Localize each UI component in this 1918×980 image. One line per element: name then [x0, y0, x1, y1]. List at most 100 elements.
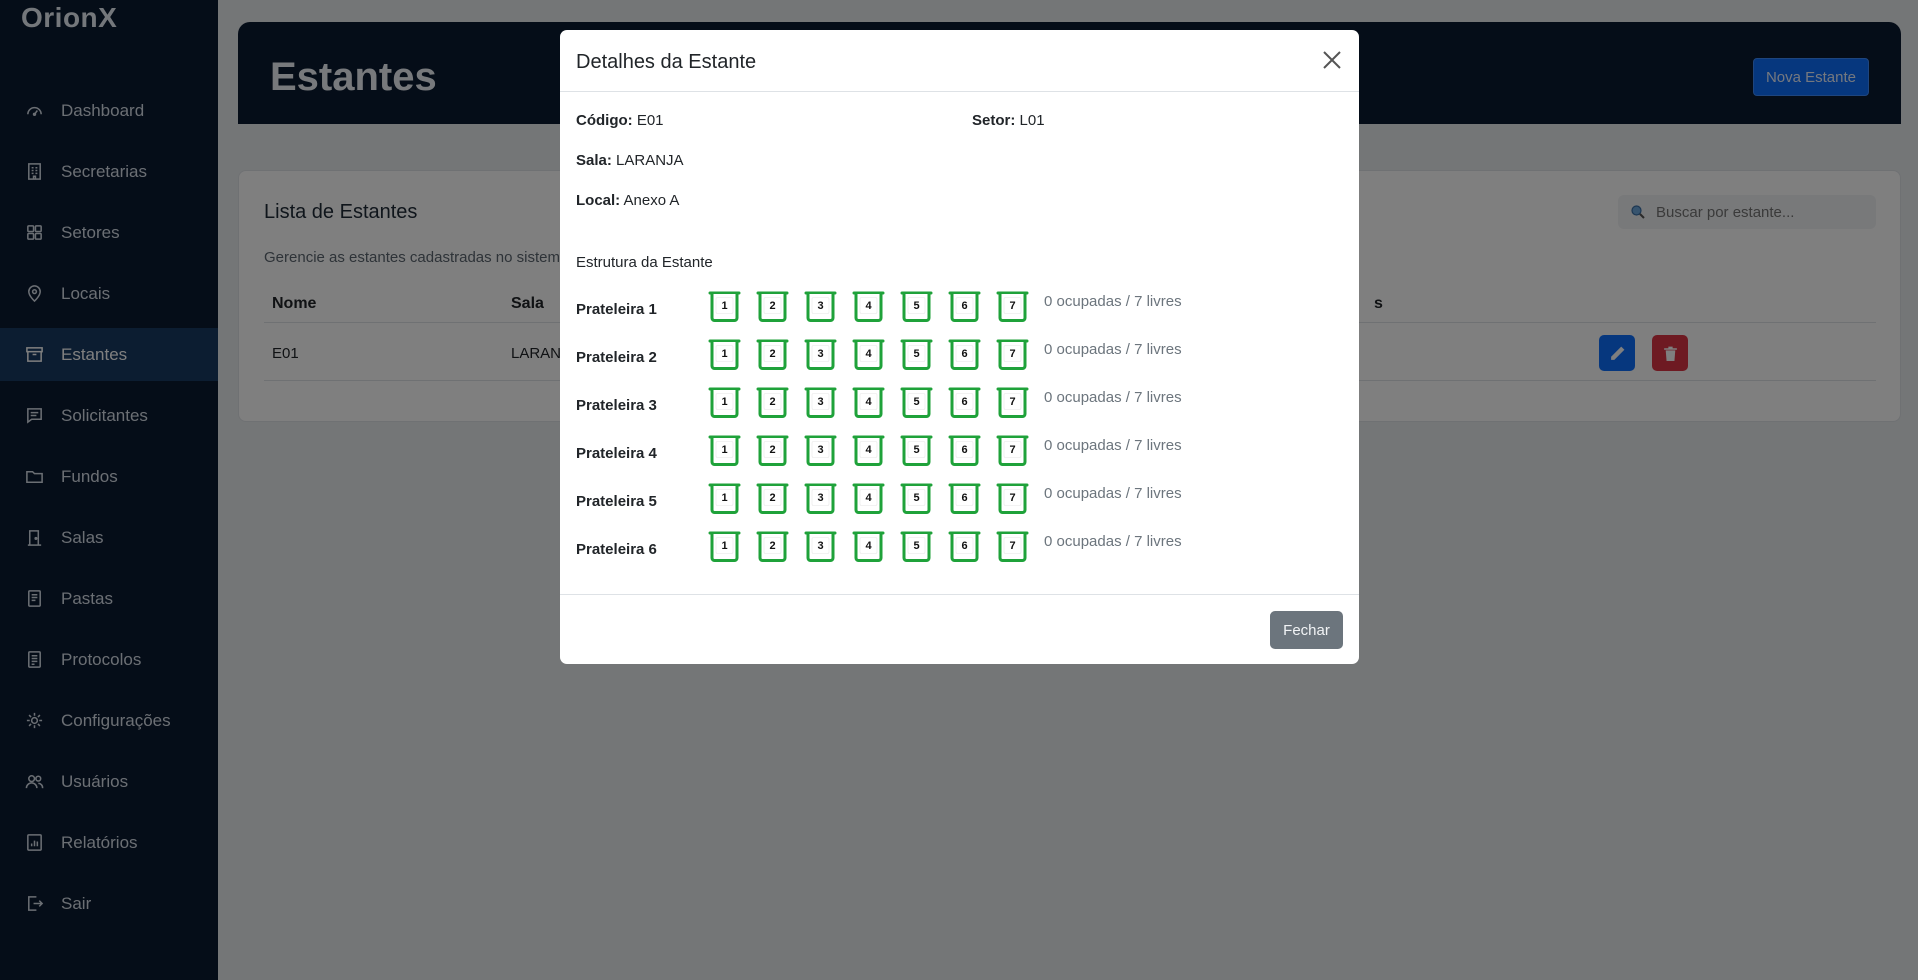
- slot-number: 5: [913, 444, 920, 456]
- slot-number: 5: [913, 540, 920, 552]
- shelf-label: Prateleira 4: [576, 445, 657, 462]
- slot-number: 2: [769, 444, 776, 456]
- shelf-slot[interactable]: 4: [852, 531, 885, 563]
- slot-number: 1: [721, 348, 728, 360]
- shelf-slot[interactable]: 4: [852, 339, 885, 371]
- slot-number: 1: [721, 396, 728, 408]
- slot-number: 3: [817, 300, 824, 312]
- slot-number: 4: [865, 444, 872, 456]
- shelf-slot[interactable]: 5: [900, 531, 933, 563]
- shelf-occupancy: 0 ocupadas / 7 livres: [1044, 437, 1182, 454]
- shelf-slot[interactable]: 6: [948, 339, 981, 371]
- slot-number: 6: [961, 348, 968, 360]
- slot-number: 3: [817, 492, 824, 504]
- shelf-slot[interactable]: 7: [996, 339, 1029, 371]
- shelf-slot[interactable]: 7: [996, 291, 1029, 323]
- shelf-slot[interactable]: 4: [852, 435, 885, 467]
- slot-number: 6: [961, 300, 968, 312]
- shelf-slot[interactable]: 6: [948, 435, 981, 467]
- detail-sala: Sala: LARANJA: [576, 152, 684, 169]
- shelf-slot[interactable]: 5: [900, 291, 933, 323]
- shelf-slot[interactable]: 1: [708, 387, 741, 419]
- shelf-occupancy: 0 ocupadas / 7 livres: [1044, 341, 1182, 358]
- detail-label: Sala:: [576, 152, 612, 169]
- slot-number: 7: [1009, 396, 1016, 408]
- slot-number: 1: [721, 540, 728, 552]
- detail-value: E01: [636, 112, 664, 129]
- shelf-row: Prateleira 5 1 2 3 4 5 6 7 0 ocupadas / 7 livres: [576, 483, 1346, 519]
- shelf-slot[interactable]: 3: [804, 339, 837, 371]
- slot-number: 3: [817, 540, 824, 552]
- shelf-label: Prateleira 3: [576, 397, 657, 414]
- shelf-slot[interactable]: 1: [708, 483, 741, 515]
- shelf-label: Prateleira 6: [576, 541, 657, 558]
- shelf-details-modal: Detalhes da Estante Código: E01 Setor: L…: [560, 30, 1359, 664]
- shelf-slot[interactable]: 2: [756, 531, 789, 563]
- slot-number: 4: [865, 540, 872, 552]
- slot-number: 6: [961, 444, 968, 456]
- shelf-label: Prateleira 5: [576, 493, 657, 510]
- close-button[interactable]: Fechar: [1270, 611, 1343, 649]
- shelf-slot[interactable]: 6: [948, 483, 981, 515]
- shelf-slot[interactable]: 3: [804, 531, 837, 563]
- slot-number: 1: [721, 492, 728, 504]
- slot-number: 4: [865, 300, 872, 312]
- detail-codigo: Código: E01: [576, 112, 664, 129]
- close-icon[interactable]: [1321, 49, 1343, 71]
- detail-label: Código:: [576, 112, 633, 129]
- detail-label: Setor:: [972, 112, 1016, 129]
- shelf-slot[interactable]: 3: [804, 483, 837, 515]
- shelf-slot[interactable]: 5: [900, 483, 933, 515]
- shelf-slot[interactable]: 3: [804, 387, 837, 419]
- shelf-slot[interactable]: 2: [756, 435, 789, 467]
- slot-number: 3: [817, 396, 824, 408]
- shelf-slot[interactable]: 6: [948, 387, 981, 419]
- slot-number: 2: [769, 300, 776, 312]
- shelf-slot[interactable]: 2: [756, 387, 789, 419]
- shelf-slot[interactable]: 2: [756, 339, 789, 371]
- shelf-slot[interactable]: 3: [804, 435, 837, 467]
- shelf-slot[interactable]: 4: [852, 387, 885, 419]
- shelf-slot[interactable]: 7: [996, 435, 1029, 467]
- slot-number: 4: [865, 396, 872, 408]
- shelf-slot[interactable]: 5: [900, 387, 933, 419]
- slot-number: 6: [961, 540, 968, 552]
- slot-number: 5: [913, 396, 920, 408]
- detail-value: LARANJA: [616, 152, 684, 169]
- shelf-slot[interactable]: 4: [852, 483, 885, 515]
- shelf-slot[interactable]: 7: [996, 531, 1029, 563]
- shelf-slot[interactable]: 5: [900, 339, 933, 371]
- slot-number: 7: [1009, 348, 1016, 360]
- shelf-row: Prateleira 4 1 2 3 4 5 6 7 0 ocupadas / 7 livres: [576, 435, 1346, 471]
- shelf-row: Prateleira 1 1 2 3 4 5 6 7 0 ocupadas / 7 livres: [576, 291, 1346, 327]
- shelf-slot[interactable]: 7: [996, 387, 1029, 419]
- shelf-slot[interactable]: 1: [708, 291, 741, 323]
- shelf-slot[interactable]: 6: [948, 291, 981, 323]
- slot-number: 7: [1009, 492, 1016, 504]
- modal-header: Detalhes da Estante: [560, 30, 1359, 92]
- shelf-slot[interactable]: 4: [852, 291, 885, 323]
- shelf-label: Prateleira 1: [576, 301, 657, 318]
- shelf-slot[interactable]: 1: [708, 435, 741, 467]
- shelf-slot[interactable]: 7: [996, 483, 1029, 515]
- shelf-slot[interactable]: 2: [756, 291, 789, 323]
- shelf-slot[interactable]: 6: [948, 531, 981, 563]
- detail-local: Local: Anexo A: [576, 192, 679, 209]
- shelf-slot[interactable]: 1: [708, 531, 741, 563]
- modal-footer: Fechar: [560, 594, 1359, 664]
- slot-number: 6: [961, 396, 968, 408]
- shelf-row: Prateleira 6 1 2 3 4 5 6 7 0 ocupadas / 7 livres: [576, 531, 1346, 567]
- shelf-occupancy: 0 ocupadas / 7 livres: [1044, 533, 1182, 550]
- shelf-row: Prateleira 3 1 2 3 4 5 6 7 0 ocupadas / 7 livres: [576, 387, 1346, 423]
- shelf-slot[interactable]: 2: [756, 483, 789, 515]
- shelf-slot[interactable]: 5: [900, 435, 933, 467]
- slot-number: 5: [913, 300, 920, 312]
- slot-number: 2: [769, 540, 776, 552]
- detail-setor: Setor: L01: [972, 112, 1045, 129]
- slot-number: 7: [1009, 444, 1016, 456]
- shelf-slot[interactable]: 3: [804, 291, 837, 323]
- shelf-slot[interactable]: 1: [708, 339, 741, 371]
- slot-number: 1: [721, 444, 728, 456]
- shelf-row: Prateleira 2 1 2 3 4 5 6 7 0 ocupadas / 7 livres: [576, 339, 1346, 375]
- slot-number: 7: [1009, 540, 1016, 552]
